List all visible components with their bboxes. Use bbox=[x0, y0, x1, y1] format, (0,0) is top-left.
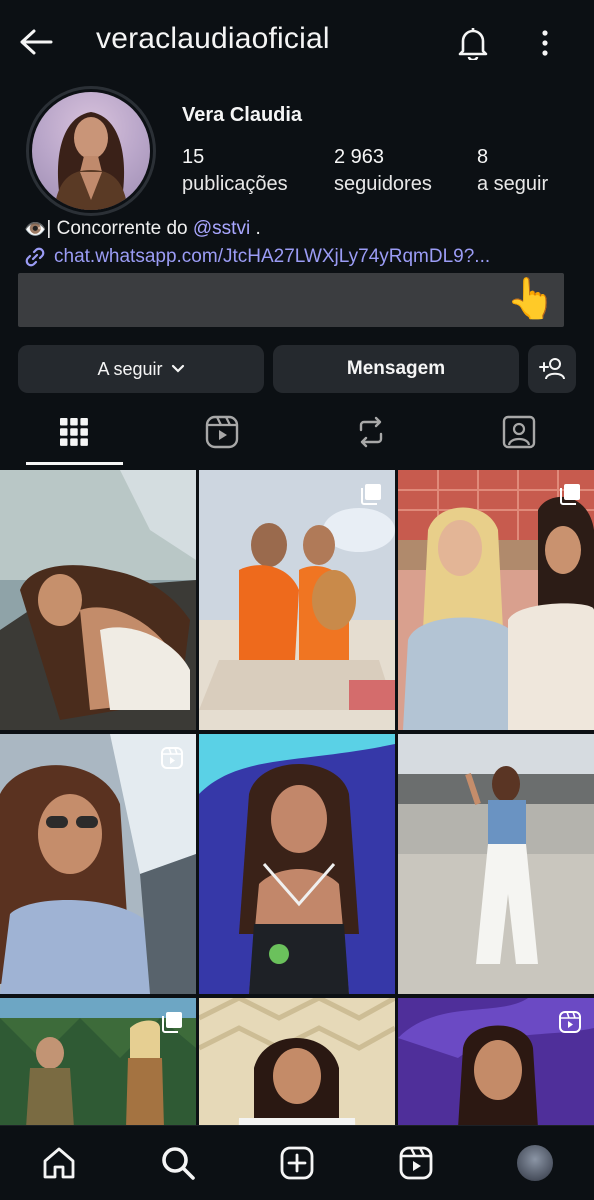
grid-icon bbox=[60, 418, 88, 446]
profile-avatar-ring[interactable] bbox=[26, 86, 156, 216]
link-text: chat.whatsapp.com/JtcHA27LWXjLy74yRqmDL9… bbox=[54, 246, 491, 267]
profile-external-link[interactable]: chat.whatsapp.com/JtcHA27LWXjLy74yRqmDL9… bbox=[24, 246, 584, 268]
more-vertical-icon bbox=[542, 30, 548, 56]
profile-tabs bbox=[0, 400, 594, 466]
stat-label: a seguir bbox=[477, 173, 549, 195]
chevron-down-icon bbox=[171, 364, 184, 373]
carousel-icon bbox=[162, 1012, 182, 1033]
tab-posts-grid[interactable] bbox=[25, 408, 123, 456]
bio-end: . bbox=[250, 218, 261, 239]
post-thumbnail[interactable] bbox=[398, 734, 594, 994]
message-button[interactable]: Mensagem bbox=[273, 345, 519, 393]
followers-count-stat[interactable]: 2 963 seguidores bbox=[334, 145, 432, 199]
following-label: A seguir bbox=[97, 358, 163, 379]
nav-reels[interactable] bbox=[386, 1140, 446, 1186]
tab-reels[interactable] bbox=[173, 408, 271, 456]
tab-tagged[interactable] bbox=[470, 408, 568, 456]
reels-icon bbox=[205, 415, 239, 449]
bio-highlight-banner: 👆 bbox=[18, 273, 564, 327]
post-thumbnail[interactable] bbox=[0, 470, 196, 730]
profile-full-name: Vera Claudia bbox=[182, 104, 303, 126]
profile-username: veraclaudiaoficial bbox=[96, 22, 330, 55]
bottom-navigation bbox=[0, 1125, 594, 1200]
home-icon bbox=[43, 1147, 75, 1179]
active-tab-indicator bbox=[26, 462, 123, 465]
reel-icon bbox=[559, 1011, 581, 1033]
nav-profile[interactable] bbox=[505, 1140, 565, 1186]
link-icon bbox=[25, 247, 45, 267]
stat-label: seguidores bbox=[334, 173, 432, 195]
create-post-icon bbox=[280, 1146, 314, 1180]
search-icon bbox=[162, 1147, 195, 1180]
profile-avatar-small bbox=[515, 1143, 555, 1183]
message-label: Mensagem bbox=[346, 358, 446, 379]
nav-create[interactable] bbox=[267, 1140, 327, 1186]
add-person-icon bbox=[539, 358, 565, 380]
post-thumbnail[interactable] bbox=[199, 998, 395, 1125]
repost-icon bbox=[359, 416, 383, 448]
arrow-left-icon bbox=[20, 29, 53, 55]
post-thumbnail[interactable] bbox=[0, 734, 196, 994]
suggest-people-button[interactable] bbox=[528, 345, 576, 393]
stat-value: 2 963 bbox=[334, 146, 385, 168]
reels-icon bbox=[399, 1146, 433, 1180]
bio-mention-link[interactable]: @sstvi bbox=[193, 218, 250, 239]
tagged-person-icon bbox=[502, 415, 536, 449]
pointing-up-emoji: 👆 bbox=[506, 277, 556, 321]
carousel-icon bbox=[560, 484, 580, 505]
bell-icon bbox=[458, 28, 488, 60]
reel-icon bbox=[161, 747, 183, 769]
post-thumbnail[interactable] bbox=[199, 470, 395, 730]
stat-label: publicações bbox=[182, 173, 288, 195]
top-bar: veraclaudiaoficial bbox=[0, 0, 594, 84]
post-thumbnail[interactable] bbox=[398, 470, 594, 730]
posts-count-stat[interactable]: 15 publicações bbox=[182, 145, 288, 199]
post-thumbnail[interactable] bbox=[0, 998, 196, 1125]
tab-reposts[interactable] bbox=[322, 408, 420, 456]
stat-value: 8 bbox=[477, 146, 489, 168]
stat-value: 15 bbox=[182, 146, 205, 168]
following-count-stat[interactable]: 8 a seguir bbox=[477, 145, 548, 199]
eye-emoji: 👁️ bbox=[24, 218, 47, 239]
post-thumbnail[interactable] bbox=[199, 734, 395, 994]
bio-text: | Concorrente do bbox=[46, 218, 193, 239]
profile-bio: 👁️ | Concorrente do @sstvi . bbox=[24, 218, 261, 240]
carousel-icon bbox=[361, 484, 381, 505]
nav-search[interactable] bbox=[148, 1140, 208, 1186]
back-button[interactable] bbox=[14, 22, 58, 62]
profile-avatar bbox=[32, 92, 150, 210]
notifications-button[interactable] bbox=[452, 22, 494, 64]
nav-home[interactable] bbox=[29, 1140, 89, 1186]
more-options-button[interactable] bbox=[528, 22, 562, 64]
post-thumbnail[interactable] bbox=[398, 998, 594, 1125]
following-dropdown-button[interactable]: A seguir bbox=[18, 345, 264, 393]
posts-grid bbox=[0, 470, 594, 1125]
